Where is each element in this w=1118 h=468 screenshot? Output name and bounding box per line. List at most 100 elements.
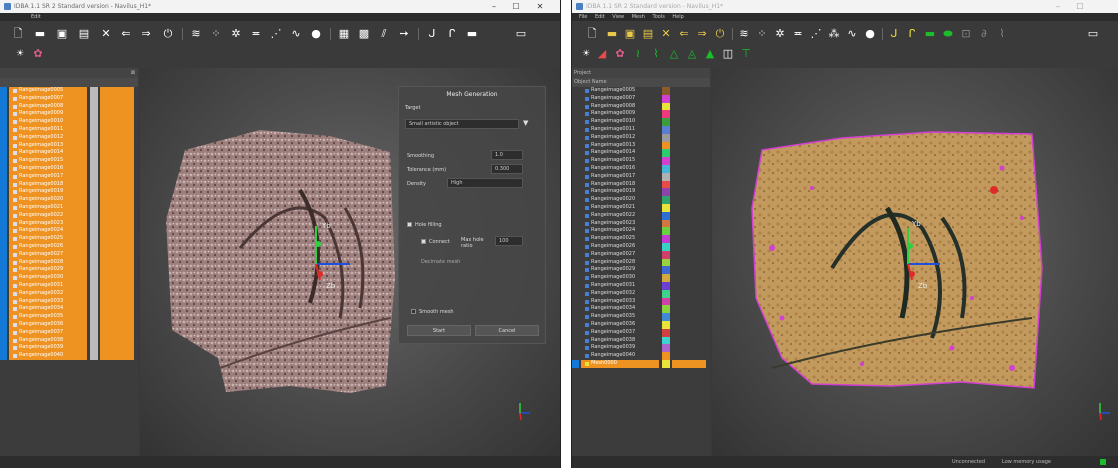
color-swatch[interactable] [90,305,98,314]
list-item[interactable]: Rangeimage0028 [572,258,710,267]
brush-icon[interactable]: ≋ [190,28,202,40]
window-icon[interactable]: ▭ [515,28,527,40]
color-swatch[interactable] [662,336,670,345]
color-swatch[interactable] [90,188,98,197]
minimize-button[interactable]: – [1048,0,1068,13]
list-item[interactable]: Rangeimage0020 [572,196,710,204]
color-swatch[interactable] [662,242,670,251]
smooth-mesh-checkbox[interactable] [411,309,416,314]
color-swatch[interactable] [90,87,98,95]
curve-j-icon[interactable]: ᒍ [426,28,438,40]
visibility-checkbox[interactable] [13,237,17,242]
color-swatch[interactable] [90,180,98,189]
list-item[interactable]: Rangeimage0017 [572,172,710,181]
color-swatch[interactable] [90,219,98,228]
color-swatch[interactable] [662,219,670,228]
selected-list-item[interactable]: Mesh0000 [572,359,710,368]
rectangle-icon[interactable]: ▬ [466,28,478,40]
color-swatch[interactable] [662,125,670,134]
color-swatch[interactable] [90,149,98,158]
list-item[interactable]: Rangeimage0029 [0,266,138,275]
list-item[interactable]: Rangeimage0026 [0,242,138,251]
sun-icon[interactable]: ☀ [580,48,592,60]
visibility-checkbox[interactable] [13,346,17,351]
measure-icon[interactable]: ◢ [596,48,608,60]
menu-edit[interactable]: Edit [28,13,44,21]
rectangle-icon[interactable]: ▬ [924,28,936,40]
maximize-button[interactable]: ☐ [1070,0,1090,13]
list-item[interactable]: Rangeimage0011 [0,125,138,134]
list-item[interactable]: Rangeimage0030 [572,274,710,282]
open-folder-icon[interactable]: ▬ [34,28,46,40]
color-swatch[interactable] [662,250,670,259]
menu-help[interactable]: Help [669,13,686,21]
list-item[interactable]: Rangeimage0013 [572,141,710,150]
visibility-checkbox[interactable] [13,198,17,203]
color-swatch[interactable] [662,266,670,275]
list-item[interactable]: Rangeimage0013 [0,141,138,150]
visibility-checkbox[interactable] [13,135,17,140]
color-swatch[interactable] [662,102,670,111]
list-item[interactable]: Rangeimage0020 [0,196,138,204]
list-item[interactable]: Rangeimage0021 [0,203,138,212]
visibility-checkbox[interactable] [13,190,17,195]
list-item[interactable]: Rangeimage0008 [0,102,138,111]
menu-file[interactable]: File [576,13,590,21]
color-swatch[interactable] [662,289,670,298]
maximize-button[interactable]: ☐ [506,0,526,13]
list-item[interactable]: Rangeimage0022 [572,211,710,220]
color-swatch[interactable] [90,344,98,353]
brush-icon[interactable]: ≋ [738,28,750,40]
list-item[interactable]: Rangeimage0037 [0,328,138,337]
color-swatch[interactable] [662,196,670,204]
filter-icon[interactable]: ▼ [523,119,528,127]
color-swatch[interactable] [90,250,98,259]
lasso-icon[interactable]: ∂ [978,28,990,40]
hole-filling-checkbox[interactable] [407,222,412,227]
connect-checkbox[interactable] [421,239,426,244]
list-item[interactable]: Rangeimage0040 [0,352,138,360]
color-swatch[interactable] [662,94,670,103]
color-swatch[interactable] [662,149,670,158]
color-swatch[interactable] [662,227,670,236]
color-swatch[interactable] [662,281,670,290]
list-item[interactable]: Rangeimage0018 [572,180,710,189]
list-item[interactable]: Rangeimage0026 [572,242,710,251]
list-item[interactable]: Rangeimage0005 [0,87,138,95]
list-item[interactable]: Rangeimage0039 [0,344,138,353]
list-item[interactable]: Rangeimage0031 [0,281,138,290]
new-file-icon[interactable]: 🗋 [586,28,598,40]
visibility-checkbox[interactable] [13,252,17,257]
save-icon[interactable]: ▣ [56,28,68,40]
color-swatch[interactable] [662,320,670,329]
pin-icon[interactable]: ⊤ [740,48,752,60]
tolerance-input[interactable]: 0.300 [491,164,523,174]
visibility-checkbox[interactable] [13,127,17,132]
list-item[interactable]: Rangeimage0009 [572,110,710,119]
color-swatch[interactable] [90,172,98,181]
list-item[interactable]: Rangeimage0011 [572,125,710,134]
fill-icon[interactable]: ● [864,28,876,40]
table-icon[interactable]: ▦ [338,28,350,40]
visibility-checkbox[interactable] [13,330,17,335]
smoothing-input[interactable]: 1.0 [491,150,523,160]
list-item[interactable]: Rangeimage0031 [572,281,710,290]
visibility-checkbox[interactable] [13,182,17,187]
color-swatch[interactable] [90,297,98,306]
start-button[interactable]: Start [407,325,471,336]
color-swatch[interactable] [90,110,98,119]
save-icon[interactable]: ▣ [624,28,636,40]
align-icon[interactable]: ✲ [774,28,786,40]
path-icon[interactable]: ∿ [290,28,302,40]
open-folder-icon[interactable]: ▬ [606,28,618,40]
import-icon[interactable]: ⇐ [120,28,132,40]
list-item[interactable]: Rangeimage0027 [572,250,710,259]
curve-r-icon[interactable]: ᒋ [906,28,918,40]
list-item[interactable]: Rangeimage0016 [572,164,710,173]
color-swatch[interactable] [90,102,98,111]
menu-edit[interactable]: Edit [592,13,608,21]
list-item[interactable]: Rangeimage0038 [0,336,138,345]
color-swatch[interactable] [90,320,98,329]
visibility-checkbox[interactable] [13,291,17,296]
list-item[interactable]: Rangeimage0016 [0,164,138,173]
